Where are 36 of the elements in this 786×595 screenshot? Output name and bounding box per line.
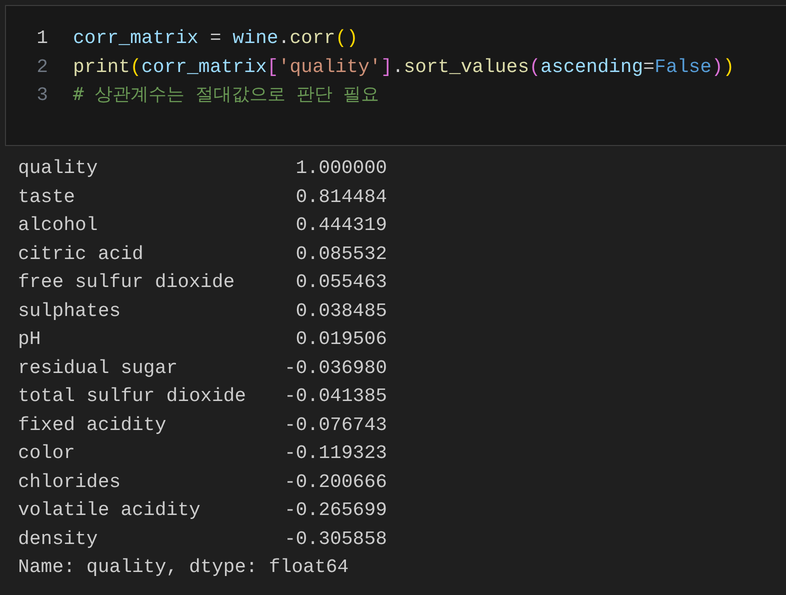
code-line: print(corr_matrix['quality'].sort_values(ascending=False)): [73, 54, 734, 80]
series-value: 0.814484: [296, 184, 387, 210]
series-label: residual sugar: [18, 356, 178, 380]
code-line: # 상관계수는 절대값으로 판단 필요: [73, 83, 380, 107]
series-value: 0.055463: [296, 270, 387, 295]
series-label: taste: [18, 184, 76, 210]
series-value: -0.305858: [284, 526, 387, 552]
series-value: 0.085532: [296, 242, 387, 266]
series-label: volatile acidity: [18, 498, 200, 523]
series-value: -0.041385: [284, 384, 387, 409]
series-value: 0.019506: [296, 327, 387, 352]
series-value: -0.076743: [284, 412, 387, 438]
series-value: 0.038485: [296, 298, 387, 324]
series-label: citric acid: [18, 242, 144, 266]
line-number: 2: [36, 54, 49, 80]
series-label: alcohol: [18, 213, 98, 238]
series-label: color: [18, 441, 76, 466]
series-value: 1.000000: [296, 156, 387, 181]
series-label: density: [18, 526, 98, 552]
series-value: -0.200666: [284, 470, 387, 494]
series-label: pH: [18, 327, 41, 352]
code-line: corr_matrix = wine.corr(): [73, 26, 358, 51]
series-footer: Name: quality, dtype: float64: [18, 553, 786, 582]
line-number: 1: [36, 26, 49, 51]
series-label: total sulfur dioxide: [18, 384, 246, 409]
series-label: free sulfur dioxide: [18, 270, 235, 295]
series-value: 0.444319: [296, 213, 387, 238]
series-label: sulphates: [18, 298, 121, 324]
code-cell[interactable]: 1 corr_matrix = wine.corr() 2 print(corr_matrix['quality'].sort_values(ascending=False)) 3 # 상관계수는 절대값으로 판단 필요: [5, 5, 786, 146]
line-number: 3: [36, 83, 49, 108]
series-value: -0.036980: [284, 356, 387, 380]
series-value: -0.119323: [284, 441, 387, 466]
series-label: chlorides: [18, 470, 121, 494]
series-label: quality: [18, 156, 98, 181]
series-label: fixed acidity: [18, 412, 166, 438]
series-value: -0.265699: [284, 498, 387, 523]
